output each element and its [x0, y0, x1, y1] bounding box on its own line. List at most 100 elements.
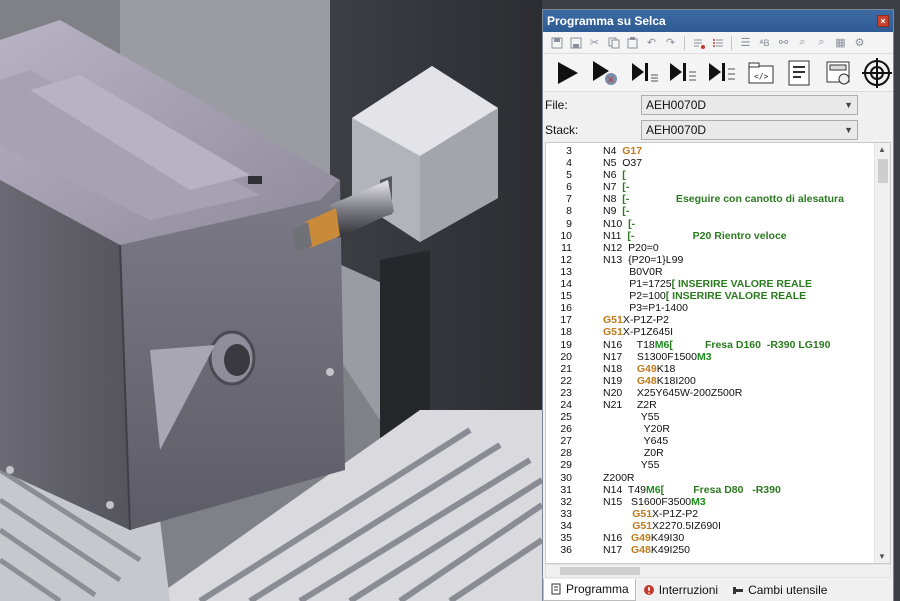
close-button[interactable]: × — [877, 15, 889, 27]
scroll-down-icon[interactable]: ▼ — [878, 552, 886, 561]
code-line[interactable]: 32 N15 S1600F3500M3 — [546, 496, 876, 508]
save-as-icon[interactable] — [568, 35, 583, 50]
code-line[interactable]: 18 G51X-P1Z645I — [546, 326, 876, 338]
step-out-icon[interactable] — [706, 56, 739, 89]
code-line[interactable]: 30 Z200R — [546, 472, 876, 484]
code-line[interactable]: 33 G51X-P1Z-P2 — [546, 508, 876, 520]
code-line[interactable]: 13 B0V0R — [546, 266, 876, 278]
scroll-thumb[interactable] — [878, 159, 888, 183]
code-line[interactable]: 22 N19 G48K18I200 — [546, 375, 876, 387]
code-token: N20 X25Y645W-200Z500R — [603, 386, 743, 399]
calculator-icon[interactable] — [822, 56, 855, 89]
stack-select[interactable]: AEH0070D ▼ — [641, 119, 858, 140]
code-line[interactable]: 27 Y645 — [546, 435, 876, 447]
code-line[interactable]: 12 N13 {P20=1}L99 — [546, 254, 876, 266]
step-in-icon[interactable] — [628, 56, 661, 89]
program-editor[interactable]: 3 N4 G17 4 N5 O37 5 N6 [6 N7 [- 7 N8 [- Eseguire… — [545, 142, 891, 564]
play-icon[interactable] — [551, 56, 584, 89]
code-line[interactable]: 34 G51X2270.5IZ690I — [546, 520, 876, 532]
code-line[interactable]: 36 N17 G48K49I250 — [546, 544, 876, 556]
machine-render — [0, 0, 542, 601]
code-text: N7 [- — [603, 181, 629, 193]
list-icon[interactable] — [710, 35, 725, 50]
tab-interruzioni[interactable]: Interruzioni — [636, 579, 725, 601]
step-over-icon[interactable] — [667, 56, 700, 89]
stop-reset-icon[interactable]: ✕ — [590, 56, 623, 89]
cut-icon[interactable]: ✂ — [587, 35, 602, 50]
stack-label: Stack: — [545, 122, 579, 137]
code-line[interactable]: 11 N12 P20=0 — [546, 242, 876, 254]
line-number: 4 — [566, 157, 572, 170]
code-line[interactable]: 10 N11 [- P20 Rientro veloce — [546, 230, 876, 242]
code-line[interactable]: 25 Y55 — [546, 411, 876, 423]
horizontal-scrollbar[interactable] — [545, 564, 891, 578]
target-icon[interactable] — [860, 56, 893, 89]
code-token: N6 — [603, 169, 623, 182]
code-line[interactable]: 31 N14 T49M6[ Fresa D80 -R390 — [546, 484, 876, 496]
tab-programma[interactable]: Programma — [543, 578, 636, 601]
code-line[interactable]: 35 N16 G49K49I30 — [546, 532, 876, 544]
code-token: N19 — [603, 374, 637, 387]
paste-icon[interactable] — [625, 35, 640, 50]
document-icon[interactable] — [783, 56, 816, 89]
code-line[interactable]: 26 Y20R — [546, 423, 876, 435]
code-line[interactable]: 28 Z0R — [546, 447, 876, 459]
3d-viewport[interactable] — [0, 0, 542, 601]
code-text: Z200R — [603, 472, 635, 484]
grid-icon[interactable]: ▦ — [833, 35, 848, 50]
line-number: 9 — [566, 217, 572, 230]
code-line[interactable]: 3 N4 G17 — [546, 145, 876, 157]
settings-icon[interactable]: ⚙ — [852, 35, 867, 50]
code-line[interactable]: 6 N7 [- — [546, 181, 876, 193]
code-line[interactable]: 7 N8 [- Eseguire con canotto di alesatura — [546, 193, 876, 205]
line-number: 19 — [560, 338, 572, 351]
scroll-up-icon[interactable]: ▲ — [878, 145, 886, 154]
code-text: N18 G49K18 — [603, 363, 675, 375]
replace-icon[interactable]: ᴬB — [757, 35, 772, 50]
code-token: N5 O37 — [603, 157, 643, 170]
code-line[interactable]: 15 P2=100[ INSERIRE VALORE REALE — [546, 290, 876, 302]
line-number: 7 — [566, 193, 572, 206]
code-line[interactable]: 19 N16 T18M6[ Fresa D160 -R390 LG190 — [546, 339, 876, 351]
code-token: P3=P1-1400 — [603, 302, 688, 315]
code-line[interactable]: 21 N18 G49K18 — [546, 363, 876, 375]
code-line[interactable]: 4 N5 O37 — [546, 157, 876, 169]
code-line[interactable]: 24 N21 Z2R — [546, 399, 876, 411]
bottom-tabs: Programma Interruzioni Cambi utensile — [543, 578, 893, 601]
line-number: 5 — [566, 169, 572, 182]
indent-icon[interactable]: ☰ — [738, 35, 753, 50]
find-icon[interactable]: ⚯ — [776, 35, 791, 50]
code-line[interactable]: 14 P1=1725[ INSERIRE VALORE REALE — [546, 278, 876, 290]
code-line[interactable]: 17 G51X-P1Z-P2 — [546, 314, 876, 326]
vertical-scrollbar[interactable]: ▲ ▼ — [874, 143, 890, 563]
save-icon[interactable] — [549, 35, 564, 50]
code-token: N16 T18 — [603, 338, 655, 351]
find-prev-icon[interactable]: ⌕ — [814, 35, 829, 50]
code-text: N8 [- Eseguire con canotto di alesatura — [603, 193, 844, 205]
find-next-icon[interactable]: ⌕ — [795, 35, 810, 50]
list-delete-icon[interactable] — [691, 35, 706, 50]
g-code-token: G49 — [631, 532, 651, 544]
line-number: 16 — [560, 302, 572, 315]
program-panel: Programma su Selca × ✂ ↶ ↷ ☰ ᴬB ⚯ ⌕ ⌕ ▦ … — [542, 9, 894, 601]
copy-icon[interactable] — [606, 35, 621, 50]
code-line[interactable]: 9 N10 [- — [546, 218, 876, 230]
code-line[interactable]: 20 N17 S1300F1500M3 — [546, 351, 876, 363]
code-line[interactable]: 5 N6 [ — [546, 169, 876, 181]
code-line[interactable]: 16 P3=P1-1400 — [546, 302, 876, 314]
scroll-thumb[interactable] — [560, 567, 640, 575]
g-code-token: G48 — [631, 544, 651, 557]
code-line[interactable]: 23 N20 X25Y645W-200Z500R — [546, 387, 876, 399]
warning-icon — [643, 584, 654, 595]
code-text: N4 G17 — [603, 145, 642, 157]
code-text: P3=P1-1400 — [603, 302, 688, 314]
undo-icon[interactable]: ↶ — [644, 35, 659, 50]
redo-icon[interactable]: ↷ — [663, 35, 678, 50]
line-number: 27 — [560, 435, 572, 448]
code-token: N9 — [603, 205, 623, 218]
open-folder-icon[interactable]: </> — [744, 56, 777, 89]
file-select[interactable]: AEH0070D ▼ — [641, 94, 858, 115]
code-line[interactable]: 8 N9 [- — [546, 205, 876, 217]
tab-cambi-utensile[interactable]: Cambi utensile — [725, 579, 834, 601]
code-line[interactable]: 29 Y55 — [546, 459, 876, 471]
